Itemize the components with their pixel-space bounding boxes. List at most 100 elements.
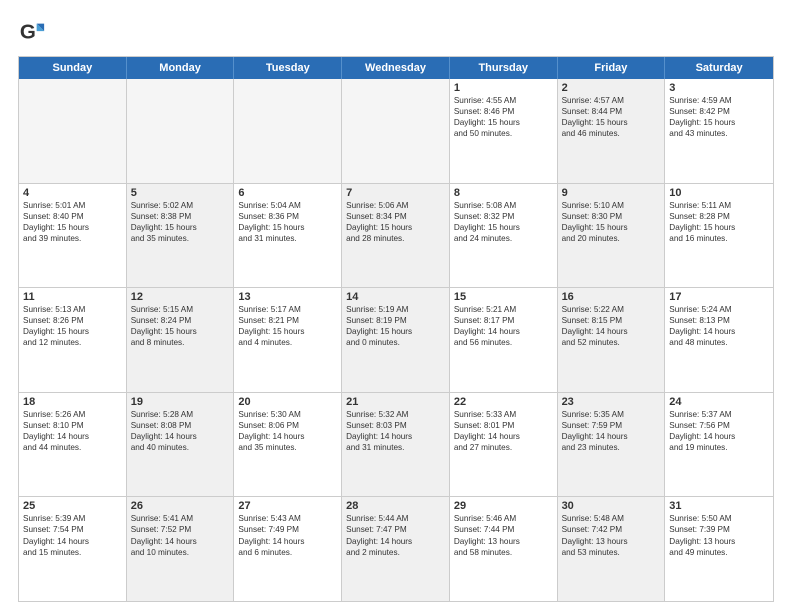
weekday-header-wednesday: Wednesday <box>342 57 450 79</box>
day-info-1: Sunrise: 4:55 AMSunset: 8:46 PMDaylight:… <box>454 95 553 139</box>
day-info-8: Sunrise: 5:08 AMSunset: 8:32 PMDaylight:… <box>454 200 553 244</box>
weekday-header-friday: Friday <box>558 57 666 79</box>
day-number-25: 25 <box>23 500 122 512</box>
day-info-26: Sunrise: 5:41 AMSunset: 7:52 PMDaylight:… <box>131 513 230 557</box>
day-info-18: Sunrise: 5:26 AMSunset: 8:10 PMDaylight:… <box>23 409 122 453</box>
day-number-3: 3 <box>669 82 769 94</box>
day-cell-6: 6Sunrise: 5:04 AMSunset: 8:36 PMDaylight… <box>234 184 342 288</box>
day-number-9: 9 <box>562 187 661 199</box>
day-cell-19: 19Sunrise: 5:28 AMSunset: 8:08 PMDayligh… <box>127 393 235 497</box>
calendar: SundayMondayTuesdayWednesdayThursdayFrid… <box>18 56 774 602</box>
day-number-1: 1 <box>454 82 553 94</box>
day-info-13: Sunrise: 5:17 AMSunset: 8:21 PMDaylight:… <box>238 304 337 348</box>
day-number-20: 20 <box>238 396 337 408</box>
day-cell-10: 10Sunrise: 5:11 AMSunset: 8:28 PMDayligh… <box>665 184 773 288</box>
day-info-21: Sunrise: 5:32 AMSunset: 8:03 PMDaylight:… <box>346 409 445 453</box>
day-cell-13: 13Sunrise: 5:17 AMSunset: 8:21 PMDayligh… <box>234 288 342 392</box>
day-info-3: Sunrise: 4:59 AMSunset: 8:42 PMDaylight:… <box>669 95 769 139</box>
empty-cell <box>234 79 342 183</box>
day-cell-20: 20Sunrise: 5:30 AMSunset: 8:06 PMDayligh… <box>234 393 342 497</box>
day-info-24: Sunrise: 5:37 AMSunset: 7:56 PMDaylight:… <box>669 409 769 453</box>
day-number-23: 23 <box>562 396 661 408</box>
day-cell-27: 27Sunrise: 5:43 AMSunset: 7:49 PMDayligh… <box>234 497 342 601</box>
day-number-10: 10 <box>669 187 769 199</box>
day-number-21: 21 <box>346 396 445 408</box>
day-number-14: 14 <box>346 291 445 303</box>
day-cell-5: 5Sunrise: 5:02 AMSunset: 8:38 PMDaylight… <box>127 184 235 288</box>
day-cell-28: 28Sunrise: 5:44 AMSunset: 7:47 PMDayligh… <box>342 497 450 601</box>
day-info-30: Sunrise: 5:48 AMSunset: 7:42 PMDaylight:… <box>562 513 661 557</box>
day-cell-30: 30Sunrise: 5:48 AMSunset: 7:42 PMDayligh… <box>558 497 666 601</box>
day-info-31: Sunrise: 5:50 AMSunset: 7:39 PMDaylight:… <box>669 513 769 557</box>
day-cell-11: 11Sunrise: 5:13 AMSunset: 8:26 PMDayligh… <box>19 288 127 392</box>
day-cell-29: 29Sunrise: 5:46 AMSunset: 7:44 PMDayligh… <box>450 497 558 601</box>
day-cell-7: 7Sunrise: 5:06 AMSunset: 8:34 PMDaylight… <box>342 184 450 288</box>
day-cell-22: 22Sunrise: 5:33 AMSunset: 8:01 PMDayligh… <box>450 393 558 497</box>
day-number-6: 6 <box>238 187 337 199</box>
day-number-22: 22 <box>454 396 553 408</box>
day-info-12: Sunrise: 5:15 AMSunset: 8:24 PMDaylight:… <box>131 304 230 348</box>
day-info-19: Sunrise: 5:28 AMSunset: 8:08 PMDaylight:… <box>131 409 230 453</box>
day-cell-2: 2Sunrise: 4:57 AMSunset: 8:44 PMDaylight… <box>558 79 666 183</box>
day-info-17: Sunrise: 5:24 AMSunset: 8:13 PMDaylight:… <box>669 304 769 348</box>
day-number-31: 31 <box>669 500 769 512</box>
day-cell-16: 16Sunrise: 5:22 AMSunset: 8:15 PMDayligh… <box>558 288 666 392</box>
day-number-28: 28 <box>346 500 445 512</box>
day-info-25: Sunrise: 5:39 AMSunset: 7:54 PMDaylight:… <box>23 513 122 557</box>
empty-cell <box>127 79 235 183</box>
day-info-6: Sunrise: 5:04 AMSunset: 8:36 PMDaylight:… <box>238 200 337 244</box>
day-cell-8: 8Sunrise: 5:08 AMSunset: 8:32 PMDaylight… <box>450 184 558 288</box>
day-number-29: 29 <box>454 500 553 512</box>
empty-cell <box>19 79 127 183</box>
day-info-9: Sunrise: 5:10 AMSunset: 8:30 PMDaylight:… <box>562 200 661 244</box>
day-cell-23: 23Sunrise: 5:35 AMSunset: 7:59 PMDayligh… <box>558 393 666 497</box>
day-info-14: Sunrise: 5:19 AMSunset: 8:19 PMDaylight:… <box>346 304 445 348</box>
weekday-header-monday: Monday <box>127 57 235 79</box>
day-cell-17: 17Sunrise: 5:24 AMSunset: 8:13 PMDayligh… <box>665 288 773 392</box>
day-info-10: Sunrise: 5:11 AMSunset: 8:28 PMDaylight:… <box>669 200 769 244</box>
weekday-header-tuesday: Tuesday <box>234 57 342 79</box>
day-number-11: 11 <box>23 291 122 303</box>
day-info-4: Sunrise: 5:01 AMSunset: 8:40 PMDaylight:… <box>23 200 122 244</box>
calendar-body: 1Sunrise: 4:55 AMSunset: 8:46 PMDaylight… <box>19 79 773 601</box>
day-number-12: 12 <box>131 291 230 303</box>
day-number-4: 4 <box>23 187 122 199</box>
svg-text:G: G <box>20 21 36 44</box>
day-cell-14: 14Sunrise: 5:19 AMSunset: 8:19 PMDayligh… <box>342 288 450 392</box>
day-info-23: Sunrise: 5:35 AMSunset: 7:59 PMDaylight:… <box>562 409 661 453</box>
day-info-15: Sunrise: 5:21 AMSunset: 8:17 PMDaylight:… <box>454 304 553 348</box>
day-cell-18: 18Sunrise: 5:26 AMSunset: 8:10 PMDayligh… <box>19 393 127 497</box>
day-cell-12: 12Sunrise: 5:15 AMSunset: 8:24 PMDayligh… <box>127 288 235 392</box>
day-number-17: 17 <box>669 291 769 303</box>
day-number-27: 27 <box>238 500 337 512</box>
day-info-22: Sunrise: 5:33 AMSunset: 8:01 PMDaylight:… <box>454 409 553 453</box>
day-cell-9: 9Sunrise: 5:10 AMSunset: 8:30 PMDaylight… <box>558 184 666 288</box>
logo: G <box>18 18 50 46</box>
day-number-26: 26 <box>131 500 230 512</box>
calendar-row-1: 1Sunrise: 4:55 AMSunset: 8:46 PMDaylight… <box>19 79 773 184</box>
calendar-row-3: 11Sunrise: 5:13 AMSunset: 8:26 PMDayligh… <box>19 288 773 393</box>
calendar-row-2: 4Sunrise: 5:01 AMSunset: 8:40 PMDaylight… <box>19 184 773 289</box>
day-info-16: Sunrise: 5:22 AMSunset: 8:15 PMDaylight:… <box>562 304 661 348</box>
weekday-header-thursday: Thursday <box>450 57 558 79</box>
day-number-18: 18 <box>23 396 122 408</box>
page-header: G <box>18 18 774 46</box>
day-cell-31: 31Sunrise: 5:50 AMSunset: 7:39 PMDayligh… <box>665 497 773 601</box>
day-info-5: Sunrise: 5:02 AMSunset: 8:38 PMDaylight:… <box>131 200 230 244</box>
day-info-28: Sunrise: 5:44 AMSunset: 7:47 PMDaylight:… <box>346 513 445 557</box>
weekday-header-saturday: Saturday <box>665 57 773 79</box>
day-cell-1: 1Sunrise: 4:55 AMSunset: 8:46 PMDaylight… <box>450 79 558 183</box>
day-number-19: 19 <box>131 396 230 408</box>
calendar-header: SundayMondayTuesdayWednesdayThursdayFrid… <box>19 57 773 79</box>
day-info-29: Sunrise: 5:46 AMSunset: 7:44 PMDaylight:… <box>454 513 553 557</box>
day-info-7: Sunrise: 5:06 AMSunset: 8:34 PMDaylight:… <box>346 200 445 244</box>
day-cell-26: 26Sunrise: 5:41 AMSunset: 7:52 PMDayligh… <box>127 497 235 601</box>
day-number-16: 16 <box>562 291 661 303</box>
day-number-24: 24 <box>669 396 769 408</box>
weekday-header-sunday: Sunday <box>19 57 127 79</box>
day-cell-25: 25Sunrise: 5:39 AMSunset: 7:54 PMDayligh… <box>19 497 127 601</box>
day-info-20: Sunrise: 5:30 AMSunset: 8:06 PMDaylight:… <box>238 409 337 453</box>
day-cell-15: 15Sunrise: 5:21 AMSunset: 8:17 PMDayligh… <box>450 288 558 392</box>
day-cell-21: 21Sunrise: 5:32 AMSunset: 8:03 PMDayligh… <box>342 393 450 497</box>
day-cell-24: 24Sunrise: 5:37 AMSunset: 7:56 PMDayligh… <box>665 393 773 497</box>
